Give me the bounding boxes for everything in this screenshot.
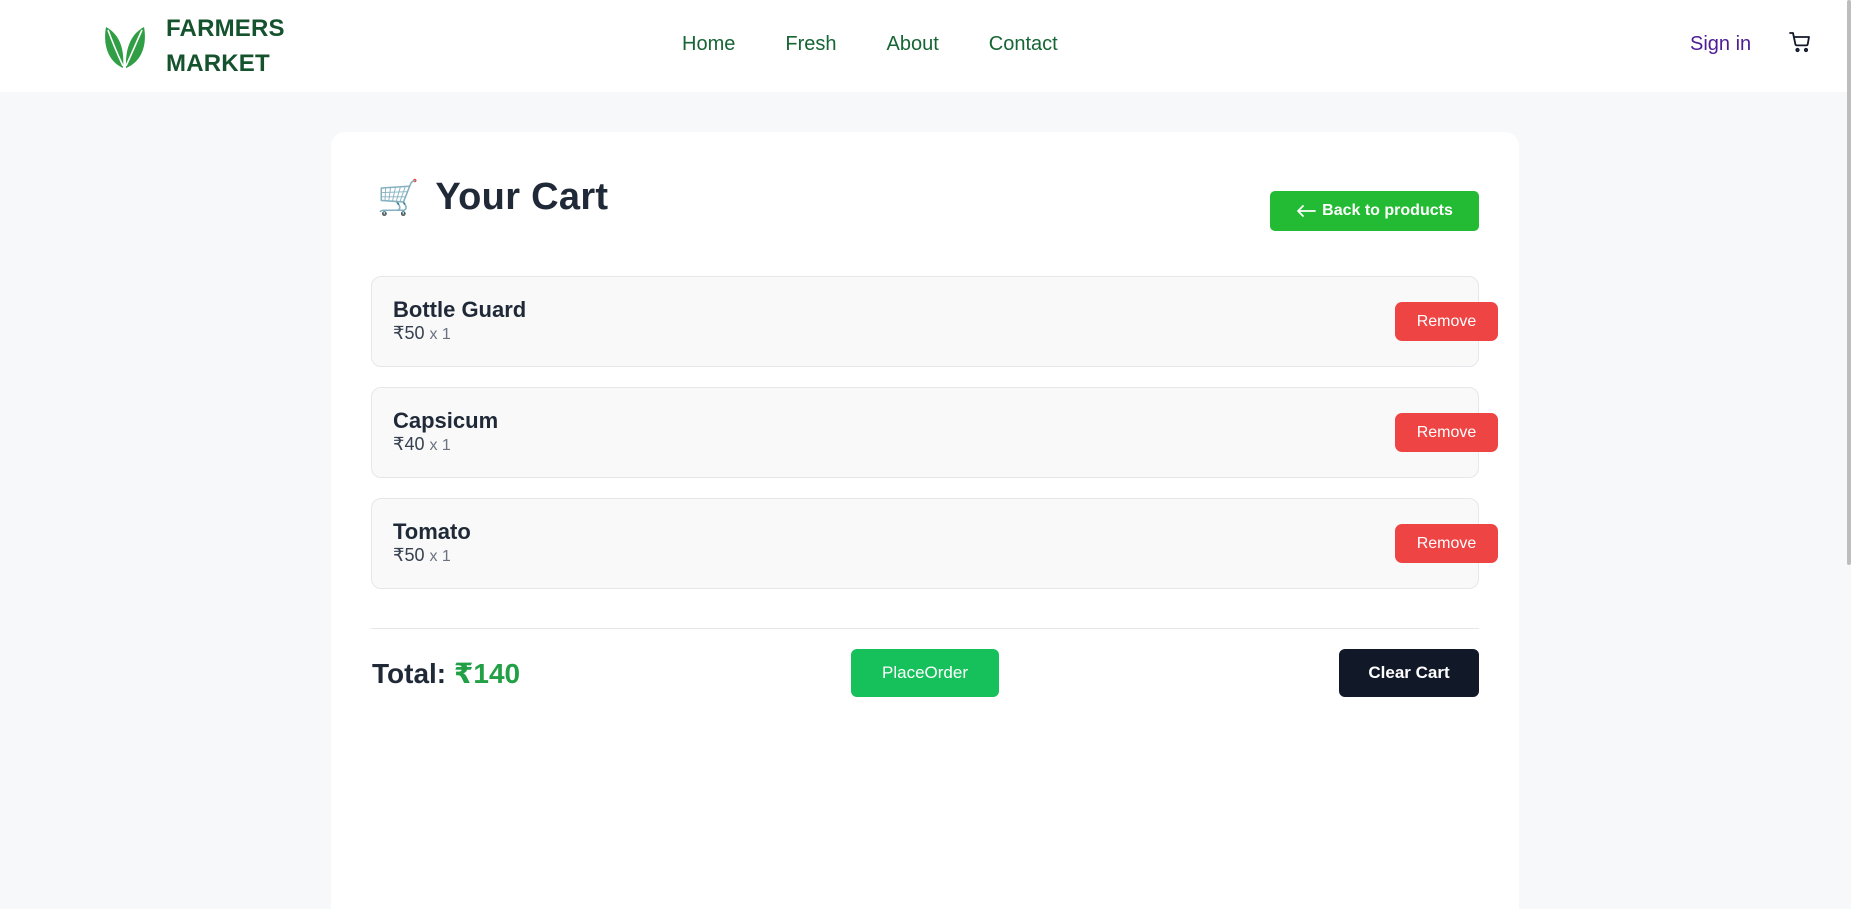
- item-quantity: x 1: [429, 548, 451, 565]
- remove-item-button[interactable]: Remove: [1395, 524, 1498, 563]
- total-value: ₹140: [453, 658, 521, 689]
- page-scrollbar[interactable]: [1847, 0, 1851, 565]
- remove-item-button[interactable]: Remove: [1395, 302, 1498, 341]
- item-quantity: x 1: [429, 326, 451, 343]
- item-price-row: ₹40 x 1: [393, 434, 451, 455]
- top-navbar: FARMERS MARKET Home Fresh About Contact …: [0, 0, 1851, 92]
- brand-name: FARMERS MARKET: [166, 11, 285, 81]
- page-title: Your Cart: [435, 176, 609, 218]
- item-name: Tomato: [393, 519, 471, 544]
- shopping-cart-icon[interactable]: [1788, 30, 1812, 54]
- back-to-products-label: Back to products: [1322, 202, 1453, 219]
- nav-about[interactable]: About: [886, 30, 938, 58]
- item-price: ₹50: [393, 545, 425, 565]
- nav-contact[interactable]: Contact: [989, 30, 1058, 58]
- brand-name-line1: FARMERS: [166, 15, 285, 42]
- item-price-row: ₹50 x 1: [393, 323, 451, 344]
- item-name: Bottle Guard: [393, 297, 527, 322]
- sign-in-link[interactable]: Sign in: [1690, 30, 1751, 58]
- nav-fresh[interactable]: Fresh: [785, 30, 836, 58]
- remove-item-button[interactable]: Remove: [1395, 413, 1498, 452]
- back-to-products-button[interactable]: Back to products: [1270, 191, 1479, 231]
- cart-total: Total: ₹140: [372, 657, 520, 690]
- item-quantity: x 1: [429, 437, 451, 454]
- item-price: ₹40: [393, 434, 425, 454]
- item-name: Capsicum: [393, 408, 499, 433]
- summary-divider: [371, 628, 1479, 629]
- leaf-logo-icon: [105, 27, 145, 68]
- main-nav: Home Fresh About Contact: [682, 30, 1108, 58]
- nav-home[interactable]: Home: [682, 30, 735, 58]
- cart-item: Capsicum ₹40 x 1 Remove: [371, 387, 1498, 478]
- item-price: ₹50: [393, 323, 425, 343]
- cart-item: Tomato ₹50 x 1 Remove: [371, 498, 1498, 589]
- arrow-left-icon: [1297, 205, 1317, 217]
- brand-name-line2: MARKET: [166, 50, 270, 77]
- cart-card: 🛒 Your Cart Back to products Bottle Guar…: [331, 132, 1519, 909]
- cart-emoji-icon: 🛒: [377, 178, 420, 217]
- cart-header: 🛒 Your Cart: [377, 176, 608, 219]
- item-price-row: ₹50 x 1: [393, 545, 451, 566]
- place-order-button[interactable]: PlaceOrder: [851, 649, 999, 697]
- total-label: Total:: [372, 658, 447, 689]
- clear-cart-button[interactable]: Clear Cart: [1339, 649, 1479, 697]
- cart-item: Bottle Guard ₹50 x 1 Remove: [371, 276, 1498, 367]
- brand-logo[interactable]: FARMERS MARKET: [103, 15, 285, 77]
